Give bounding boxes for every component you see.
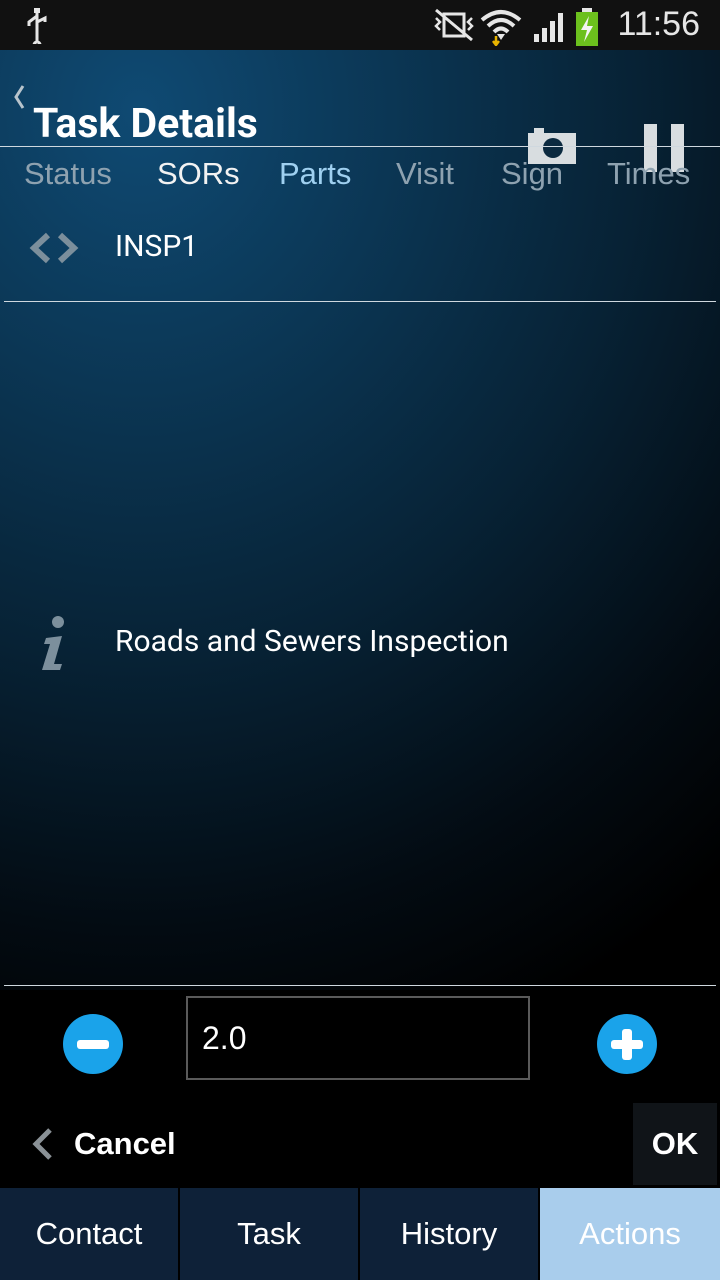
cancel-label: Cancel	[74, 1126, 176, 1161]
tab-visit[interactable]: Visit	[396, 156, 454, 192]
stepper-divider	[4, 985, 716, 986]
action-bar: Task Details	[0, 50, 720, 172]
code-brackets-icon	[29, 232, 79, 264]
ok-button[interactable]: OK	[633, 1103, 717, 1185]
bottom-navigation: Contact Task History Actions	[0, 1188, 720, 1280]
back-arrow-icon	[32, 1128, 52, 1160]
header-divider	[0, 146, 720, 147]
increment-button[interactable]	[597, 1014, 657, 1074]
tab-sign[interactable]: Sign	[501, 156, 563, 192]
nav-contact[interactable]: Contact	[0, 1188, 180, 1280]
tab-bar: Status SORs Parts Visit Sign Times	[0, 150, 720, 200]
decrement-button[interactable]	[63, 1014, 123, 1074]
sor-description: Roads and Sewers Inspection	[115, 624, 509, 659]
minus-icon	[77, 1040, 109, 1049]
nav-actions[interactable]: Actions	[540, 1188, 720, 1280]
quantity-stepper	[0, 990, 720, 1100]
tab-times[interactable]: Times	[607, 156, 690, 192]
tab-parts[interactable]: Parts	[279, 156, 351, 192]
quantity-input[interactable]	[186, 996, 530, 1080]
tab-status[interactable]: Status	[24, 156, 112, 192]
tab-sors[interactable]: SORs	[157, 156, 240, 192]
wifi-icon	[480, 10, 522, 46]
battery-charging-icon	[576, 8, 598, 46]
cancel-button[interactable]: Cancel	[30, 1120, 190, 1170]
sor-description-row: Roads and Sewers Inspection	[0, 610, 720, 680]
content-divider	[4, 301, 716, 302]
nav-history[interactable]: History	[360, 1188, 540, 1280]
status-bar: 11:56	[0, 0, 720, 50]
back-chevron-icon[interactable]	[8, 80, 28, 114]
signal-icon	[534, 13, 563, 42]
usb-icon	[27, 8, 47, 44]
page-title: Task Details	[33, 100, 258, 148]
nav-task[interactable]: Task	[180, 1188, 360, 1280]
sor-code: INSP1	[115, 229, 199, 264]
info-icon	[42, 616, 64, 670]
vibrate-mute-icon	[434, 8, 474, 42]
clock: 11:56	[617, 5, 700, 43]
sor-code-row[interactable]: INSP1	[0, 215, 720, 285]
